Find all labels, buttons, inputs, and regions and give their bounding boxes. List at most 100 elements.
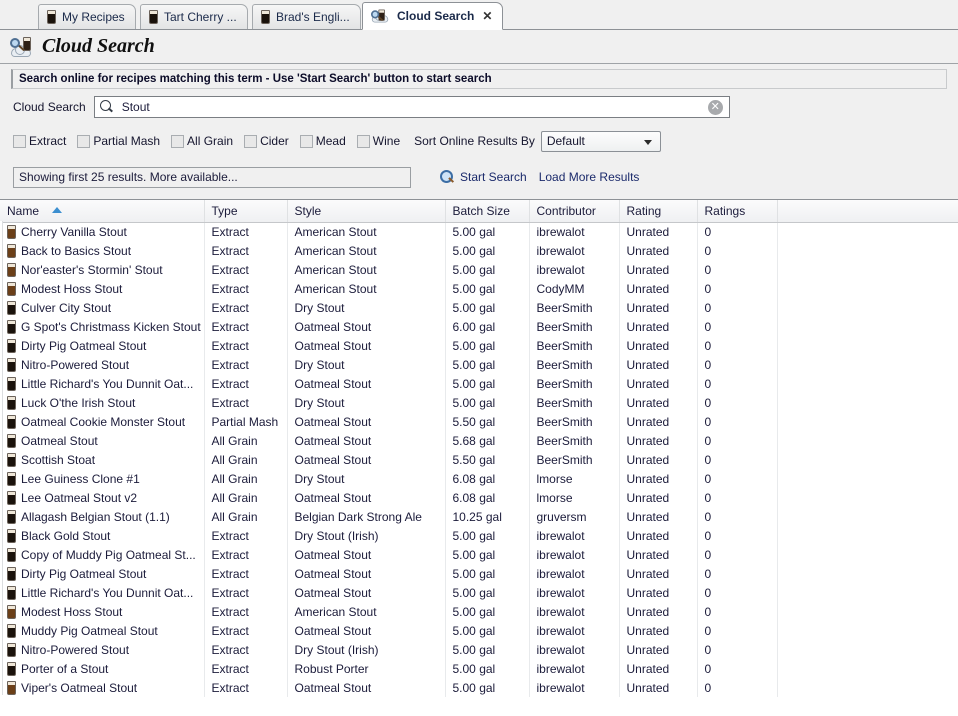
pint-glass-icon — [7, 433, 16, 448]
table-row[interactable]: Porter of a Stout Extract Robust Porter 5.0… — [0, 659, 958, 678]
table-row[interactable]: Scottish Stoat All Grain Oatmeal Stout 5.50… — [0, 450, 958, 469]
tab-cloud-search[interactable]: Cloud Search ✕ — [362, 2, 504, 30]
cell-rating: Unrated — [619, 602, 698, 621]
close-icon[interactable]: ✕ — [482, 9, 492, 23]
cell-style: Dry Stout — [287, 393, 446, 412]
checkbox-wine[interactable]: Wine — [356, 134, 400, 148]
cell-spacer — [777, 374, 958, 393]
tab-tart-cherry[interactable]: Tart Cherry ... — [140, 4, 248, 29]
table-row[interactable]: Oatmeal Cookie Monster Stout Partial Mash… — [0, 412, 958, 431]
checkbox-box[interactable] — [299, 134, 313, 148]
checkbox-partial-mash[interactable]: Partial Mash — [77, 134, 160, 148]
table-row[interactable]: Muddy Pig Oatmeal Stout Extract Oatmeal St… — [0, 621, 958, 640]
cell-name: Nitro-Powered Stout — [0, 355, 205, 374]
chevron-down-icon[interactable] — [643, 139, 652, 145]
checkbox-box[interactable] — [13, 134, 26, 148]
column-header-ratings[interactable]: Ratings — [697, 200, 778, 223]
tab-label: Tart Cherry ... — [164, 10, 237, 24]
cell-contributor: ibrewalot — [529, 222, 620, 241]
cell-spacer — [777, 222, 958, 241]
checkbox-box[interactable] — [356, 134, 370, 148]
sort-dropdown[interactable]: Default — [540, 130, 661, 152]
load-more-results-button[interactable]: Load More Results — [539, 170, 640, 184]
table-row[interactable]: Luck O'the Irish Stout Extract Dry Stout 5.… — [0, 393, 958, 412]
clear-circle-icon[interactable]: ✕ — [707, 100, 723, 115]
search-input[interactable]: ✕ — [93, 96, 730, 118]
status-row: Showing first 25 results. More available… — [0, 165, 958, 189]
checkbox-box[interactable] — [171, 134, 185, 148]
start-search-button[interactable]: Start Search — [460, 170, 527, 184]
table-row[interactable]: Copy of Muddy Pig Oatmeal St... Extract Oa… — [0, 545, 958, 564]
cell-rating: Unrated — [619, 507, 698, 526]
table-row[interactable]: Modest Hoss Stout Extract American Stout 5.… — [0, 279, 958, 298]
checkbox-label: All Grain — [187, 134, 234, 148]
table-row[interactable]: Lee Oatmeal Stout v2 All Grain Oatmeal Sto… — [0, 488, 958, 507]
recipe-name: Porter of a Stout — [21, 661, 109, 676]
table-row[interactable]: Cherry Vanilla Stout Extract American Stou… — [0, 222, 958, 241]
pint-glass-icon — [7, 338, 16, 353]
table-row[interactable]: Little Richard's You Dunnit Oat... Extrac… — [0, 374, 958, 393]
cloud-search-icon — [371, 9, 389, 24]
search-text-value[interactable] — [119, 99, 729, 115]
cell-style: Dry Stout — [287, 469, 446, 488]
recipe-name: Allagash Belgian Stout (1.1) — [21, 509, 170, 524]
tab-brads-english[interactable]: Brad's Engli... — [252, 4, 361, 29]
table-row[interactable]: Viper's Oatmeal Stout Extract Oatmeal Stou… — [0, 678, 958, 697]
checkbox-extract[interactable]: Extract — [13, 134, 66, 148]
table-row[interactable]: Black Gold Stout Extract Dry Stout (Irish)… — [0, 526, 958, 545]
column-header-name[interactable]: Name — [0, 200, 205, 223]
table-row[interactable]: Dirty Pig Oatmeal Stout Extract Oatmeal St… — [0, 564, 958, 583]
column-header-rating[interactable]: Rating — [619, 200, 698, 223]
cell-type: Extract — [204, 621, 288, 640]
cell-type: Extract — [204, 260, 288, 279]
status-message: Showing first 25 results. More available… — [13, 166, 411, 188]
table-row[interactable]: Oatmeal Stout All Grain Oatmeal Stout 5.68 … — [0, 431, 958, 450]
checkbox-cider[interactable]: Cider — [244, 134, 289, 148]
recipe-name: Nitro-Powered Stout — [21, 357, 130, 372]
table-row[interactable]: Lee Guiness Clone #1 All Grain Dry Stout 6.… — [0, 469, 958, 488]
table-row[interactable]: Modest Hoss Stout Extract American Stout 5.… — [0, 602, 958, 621]
cell-ratings: 0 — [697, 526, 778, 545]
table-row[interactable]: G Spot's Christmass Kicken Stout Extract O… — [0, 317, 958, 336]
column-header-contributor[interactable]: Contributor — [529, 200, 620, 223]
pint-glass-icon — [7, 661, 16, 676]
cell-style: Dry Stout (Irish) — [287, 526, 446, 545]
table-row[interactable]: Allagash Belgian Stout (1.1) All Grain Bel… — [0, 507, 958, 526]
pint-glass-icon — [261, 10, 270, 24]
cell-type: Extract — [204, 659, 288, 678]
cell-contributor: BeerSmith — [529, 374, 620, 393]
cell-ratings: 0 — [697, 659, 778, 678]
cell-style: American Stout — [287, 602, 446, 621]
cell-ratings: 0 — [697, 298, 778, 317]
table-row[interactable]: Culver City Stout Extract Dry Stout 5.00 ga… — [0, 298, 958, 317]
results-grid[interactable]: Name Type Style Batch Size Contributor R… — [0, 199, 958, 716]
cell-name: Cherry Vanilla Stout — [0, 222, 205, 241]
cell-contributor: ibrewalot — [529, 621, 620, 640]
sort-ascending-icon[interactable] — [52, 206, 63, 213]
table-row[interactable]: Nor'easter's Stormin' Stout Extract Americ… — [0, 260, 958, 279]
recipe-name: Luck O'the Irish Stout — [21, 395, 136, 410]
column-header-batch-size[interactable]: Batch Size — [445, 200, 530, 223]
column-header-type[interactable]: Type — [204, 200, 288, 223]
cell-rating: Unrated — [619, 621, 698, 640]
grid-left-margin — [0, 221, 3, 695]
checkbox-mead[interactable]: Mead — [299, 134, 346, 148]
cell-rating: Unrated — [619, 640, 698, 659]
cell-style: Oatmeal Stout — [287, 583, 446, 602]
cell-ratings: 0 — [697, 279, 778, 298]
table-row[interactable]: Dirty Pig Oatmeal Stout Extract Oatmeal St… — [0, 336, 958, 355]
column-header-style[interactable]: Style — [287, 200, 446, 223]
table-row[interactable]: Nitro-Powered Stout Extract Dry Stout 5.00 … — [0, 355, 958, 374]
cell-ratings: 0 — [697, 431, 778, 450]
cell-spacer — [777, 336, 958, 355]
hint-bar: Search online for recipes matching this … — [11, 69, 947, 89]
table-row[interactable]: Nitro-Powered Stout Extract Dry Stout (Iri… — [0, 640, 958, 659]
table-row[interactable]: Back to Basics Stout Extract American Stou… — [0, 241, 958, 260]
cell-spacer — [777, 545, 958, 564]
tab-my-recipes[interactable]: My Recipes — [38, 4, 136, 29]
table-row[interactable]: Little Richard's You Dunnit Oat... Extrac… — [0, 583, 958, 602]
cell-style: American Stout — [287, 279, 446, 298]
checkbox-box[interactable] — [244, 134, 258, 148]
checkbox-box[interactable] — [77, 134, 91, 148]
checkbox-all-grain[interactable]: All Grain — [171, 134, 233, 148]
